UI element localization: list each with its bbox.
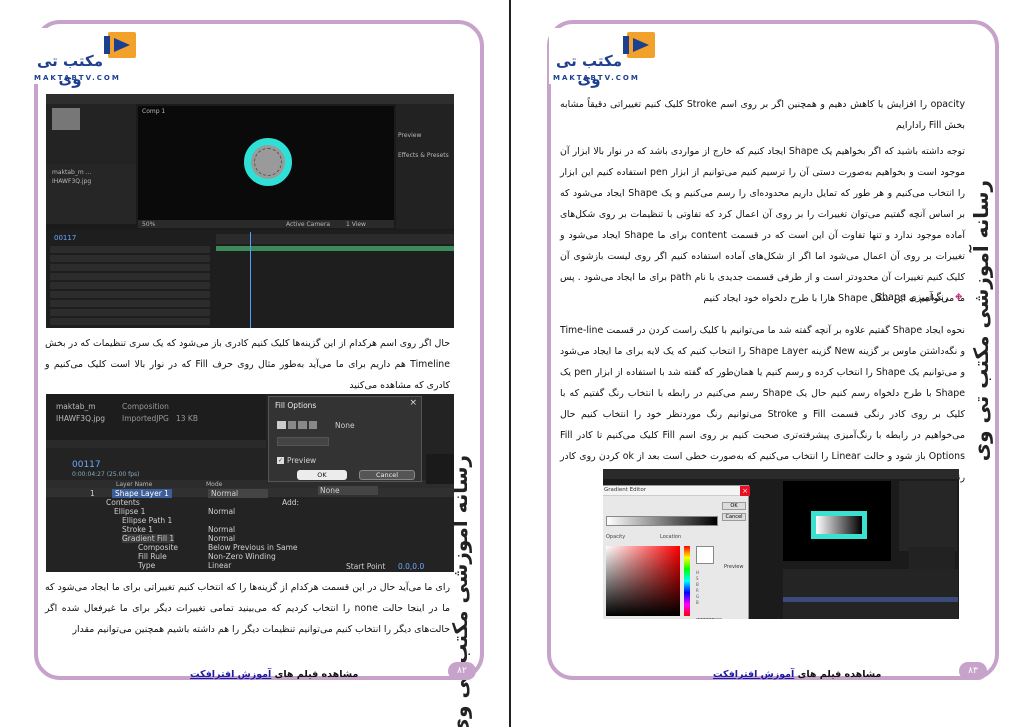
prop-row-label[interactable]: Contents (106, 498, 140, 507)
fill-type-buttons[interactable] (277, 421, 317, 429)
preview-panel-label: Preview (398, 132, 422, 139)
hex-field[interactable]: 000000 (696, 618, 722, 619)
dialog-title: Fill Options (275, 401, 317, 410)
logo-name: مکتب تی وی (36, 52, 104, 88)
paragraph: نحوه ایجاد Shape گفتیم علاوه بر آنچه گفت… (560, 325, 966, 483)
layer-mode-select[interactable]: Normal (208, 489, 268, 498)
footer-link: مشاهده فیلم های آموزش افترافکت (190, 669, 358, 680)
fill-options-dialog: Fill Options × None Preview ✓ OK Cancel (268, 396, 422, 482)
preview-checkbox[interactable]: ✓ (277, 457, 284, 464)
footer-prefix: مشاهده فیلم های (797, 669, 882, 680)
side-title: رسانه آموزشی مکتب تی وی (969, 180, 993, 462)
preview-checkbox-label[interactable]: Preview (287, 456, 316, 465)
paragraph: حال اگر روی اسم هرکدام از این گزینه‌ها ک… (45, 338, 451, 391)
hue-slider[interactable] (684, 546, 690, 616)
effects-panel-label: Effects & Presets (398, 152, 449, 159)
section-heading-text: رنگ‌آمیزی Shape (875, 292, 949, 303)
page-number: ۸۳ (959, 662, 987, 680)
logo-play-icon (623, 32, 655, 58)
brand-logo: مکتب تی وی MAKTABTV.COM (30, 28, 150, 88)
ok-button[interactable]: OK (722, 502, 746, 510)
project-item-type: ImportedJPG (122, 414, 169, 423)
prop-row-label[interactable]: Ellipse Path 1 (122, 516, 172, 525)
project-item-size: 13 KB (176, 414, 198, 423)
gradient-bar[interactable] (606, 516, 718, 526)
view-dropdown[interactable]: 1 View (346, 221, 366, 228)
footer-link: مشاهده فیلم های آموزش افترافکت (713, 669, 881, 680)
close-icon[interactable]: × (740, 486, 750, 496)
prop-row-label: Composite (138, 543, 179, 552)
prop-row-value[interactable]: Non-Zero Winding (208, 552, 276, 561)
add-menu[interactable]: Add: (282, 498, 299, 507)
ok-button[interactable]: OK (297, 470, 347, 480)
prop-row-label: Type (138, 561, 156, 570)
footer-course-link[interactable]: آموزش افترافکت (713, 669, 794, 680)
project-item-name[interactable]: maktab_m (56, 402, 96, 411)
logo-url: MAKTABTV.COM (553, 74, 640, 82)
after-effects-screenshot: maktab_m ... IHAWF3Q.jpg Comp 1 Preview … (46, 94, 454, 328)
preview-label: Preview (724, 564, 744, 570)
left-page: مکتب تی وی MAKTABTV.COM رسانه آموزشی مکت… (0, 0, 511, 727)
prop-row-value[interactable]: Below Previous in Same Group (208, 543, 298, 552)
comp-viewer: Comp 1 (138, 106, 394, 226)
color-swatch (696, 546, 714, 564)
brand-logo: مکتب تی وی MAKTABTV.COM (549, 28, 669, 88)
right-page: مکتب تی وی MAKTABTV.COM رسانه آموزشی مکت… (513, 0, 1025, 727)
layer-name[interactable]: Shape Layer 1 (112, 489, 172, 498)
prop-row-label-selected[interactable]: Gradient Fill 1 (122, 534, 175, 543)
timecode[interactable]: 00117 (54, 234, 76, 242)
prop-row-value[interactable]: Linear (208, 561, 231, 570)
playhead[interactable] (250, 232, 251, 328)
layer-duration-bar[interactable] (216, 246, 454, 251)
prop-row-value[interactable]: Normal (208, 534, 235, 543)
paragraph: opacity را افزایش یا کاهش دهیم و همچنین … (560, 99, 965, 131)
comp-viewer (783, 481, 891, 561)
prop-row-label: Start Point (346, 562, 386, 571)
layer-number: 1 (90, 489, 95, 498)
bullet-diamond-icon: ❖ (954, 292, 963, 303)
prop-row-value[interactable]: 0.0,0.0 (398, 562, 424, 571)
logo-name: مکتب تی وی (555, 52, 623, 88)
prop-row-label[interactable]: Stroke 1 (122, 525, 153, 534)
cancel-button[interactable]: Cancel (359, 470, 415, 480)
project-item-type: Composition (122, 402, 169, 411)
zoom-level[interactable]: 50% (142, 221, 155, 228)
paragraph: توجه داشته باشید که اگر بخواهیم یک Shape… (560, 146, 966, 304)
project-item[interactable]: IHAWF3Q.jpg (52, 178, 91, 185)
mode-select[interactable] (277, 437, 329, 446)
cancel-button[interactable]: Cancel (722, 513, 746, 521)
opacity-label: Opacity (606, 534, 626, 540)
prop-row-label: Fill Rule (138, 552, 167, 561)
gradient-editor-screenshot: Gradient Editor × OK Cancel Opacity Loca… (603, 469, 959, 619)
active-camera-dropdown[interactable]: Active Camera (286, 221, 330, 228)
prop-row-value[interactable]: Normal (208, 525, 235, 534)
location-label: Location (660, 534, 682, 540)
timecode-fps: 0:00:04:27 (25.00 fps) (72, 471, 140, 478)
paragraph: رای ما می‌آید حال در این قسمت هرکدام از … (45, 582, 450, 635)
fill-mode-dropdown[interactable]: None (318, 486, 378, 495)
color-field[interactable] (606, 546, 680, 616)
prop-row-label[interactable]: Ellipse 1 (114, 507, 145, 516)
footer-course-link[interactable]: آموزش افترافکت (190, 669, 271, 680)
col-mode: Mode (206, 481, 223, 488)
fill-options-screenshot: maktab_m Composition IHAWF3Q.jpg Importe… (46, 394, 454, 572)
section-heading: ❖ رنگ‌آمیزی Shape (876, 292, 963, 303)
close-icon[interactable]: × (409, 398, 417, 408)
book-spread: مکتب تی وی MAKTABTV.COM رسانه آموزشی مکت… (0, 0, 1025, 727)
logo-play-icon (104, 32, 136, 58)
timecode[interactable]: 00117 (72, 460, 101, 470)
col-layer-name: Layer Name (116, 481, 153, 488)
comp-tab[interactable]: Comp 1 (142, 108, 165, 115)
project-item[interactable]: maktab_m ... (52, 169, 91, 176)
none-label: None (335, 421, 355, 430)
dialog-title: Gradient Editor (604, 487, 646, 493)
project-item-name[interactable]: IHAWF3Q.jpg (56, 414, 105, 423)
logo-url: MAKTABTV.COM (34, 74, 121, 82)
page-number: ۸۲ (448, 662, 476, 680)
prop-row-value[interactable]: Normal (208, 507, 235, 516)
footer-prefix: مشاهده فیلم های (274, 669, 359, 680)
gradient-editor-dialog: Gradient Editor × OK Cancel Opacity Loca… (603, 485, 750, 619)
